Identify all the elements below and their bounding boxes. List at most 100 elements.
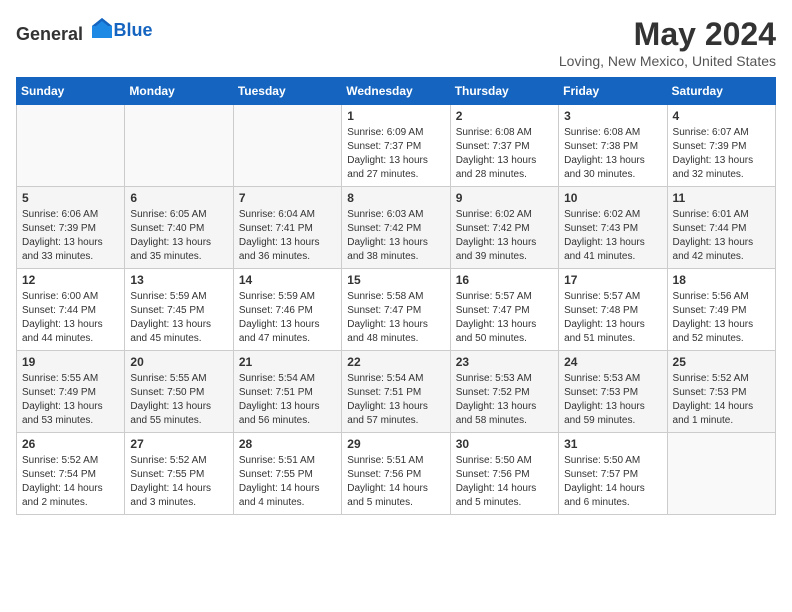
calendar-week-row: 12 Sunrise: 6:00 AM Sunset: 7:44 PM Dayli…: [17, 269, 776, 351]
calendar-cell: 8Sunrise: 6:03 AM Sunset: 7:42 PM Daylig…: [342, 187, 450, 269]
day-number: 26: [22, 437, 119, 451]
day-of-week-header: Thursday: [450, 78, 558, 105]
cell-content: Sunrise: 6:08 AM Sunset: 7:38 PM Dayligh…: [564, 126, 661, 182]
calendar-cell: 31 Sunrise: 5:50 AM Sunset: 7:57 PM Dayli…: [559, 433, 667, 515]
day-number: 3: [564, 109, 661, 123]
cell-content: Sunrise: 5:57 AM Sunset: 7:48 PM Dayligh…: [564, 290, 661, 346]
day-number: 24: [564, 355, 661, 369]
day-of-week-header: Saturday: [667, 78, 775, 105]
calendar-cell: 26 Sunrise: 5:52 AM Sunset: 7:54 PM Dayli…: [17, 433, 125, 515]
cell-content: Sunrise: 6:01 AM Sunset: 7:44 PM Dayligh…: [673, 208, 770, 264]
day-number: 8: [347, 191, 444, 205]
calendar-cell: 5Sunrise: 6:06 AM Sunset: 7:39 PM Daylig…: [17, 187, 125, 269]
day-number: 27: [130, 437, 227, 451]
calendar-cell: 21 Sunrise: 5:54 AM Sunset: 7:51 PM Dayli…: [233, 351, 341, 433]
cell-content: Sunrise: 6:09 AM Sunset: 7:37 PM Dayligh…: [347, 126, 444, 182]
day-number: 12: [22, 273, 119, 287]
day-of-week-header: Tuesday: [233, 78, 341, 105]
day-number: 31: [564, 437, 661, 451]
calendar-cell: 4Sunrise: 6:07 AM Sunset: 7:39 PM Daylig…: [667, 105, 775, 187]
cell-content: Sunrise: 6:00 AM Sunset: 7:44 PM Dayligh…: [22, 290, 119, 346]
logo-icon: [90, 16, 114, 40]
day-number: 16: [456, 273, 553, 287]
cell-content: Sunrise: 5:50 AM Sunset: 7:56 PM Dayligh…: [456, 454, 553, 510]
day-of-week-header: Sunday: [17, 78, 125, 105]
cell-content: Sunrise: 5:59 AM Sunset: 7:46 PM Dayligh…: [239, 290, 336, 346]
title-block: May 2024 Loving, New Mexico, United Stat…: [559, 16, 776, 69]
cell-content: Sunrise: 6:04 AM Sunset: 7:41 PM Dayligh…: [239, 208, 336, 264]
day-number: 2: [456, 109, 553, 123]
day-number: 17: [564, 273, 661, 287]
calendar-cell: 23Sunrise: 5:53 AM Sunset: 7:52 PM Dayli…: [450, 351, 558, 433]
cell-content: Sunrise: 5:52 AM Sunset: 7:53 PM Dayligh…: [673, 372, 770, 428]
cell-content: Sunrise: 6:02 AM Sunset: 7:43 PM Dayligh…: [564, 208, 661, 264]
calendar-cell: 6 Sunrise: 6:05 AM Sunset: 7:40 PM Daylig…: [125, 187, 233, 269]
cell-content: Sunrise: 5:53 AM Sunset: 7:52 PM Dayligh…: [456, 372, 553, 428]
day-number: 21: [239, 355, 336, 369]
calendar-cell: [125, 105, 233, 187]
day-number: 9: [456, 191, 553, 205]
cell-content: Sunrise: 6:02 AM Sunset: 7:42 PM Dayligh…: [456, 208, 553, 264]
cell-content: Sunrise: 5:51 AM Sunset: 7:55 PM Dayligh…: [239, 454, 336, 510]
calendar-week-row: 1 Sunrise: 6:09 AM Sunset: 7:37 PM Daylig…: [17, 105, 776, 187]
calendar-cell: [233, 105, 341, 187]
calendar-cell: 9 Sunrise: 6:02 AM Sunset: 7:42 PM Daylig…: [450, 187, 558, 269]
calendar-cell: 12 Sunrise: 6:00 AM Sunset: 7:44 PM Dayli…: [17, 269, 125, 351]
calendar-cell: 24Sunrise: 5:53 AM Sunset: 7:53 PM Dayli…: [559, 351, 667, 433]
calendar-cell: 20 Sunrise: 5:55 AM Sunset: 7:50 PM Dayli…: [125, 351, 233, 433]
cell-content: Sunrise: 6:08 AM Sunset: 7:37 PM Dayligh…: [456, 126, 553, 182]
calendar-week-row: 26 Sunrise: 5:52 AM Sunset: 7:54 PM Dayli…: [17, 433, 776, 515]
cell-content: Sunrise: 5:55 AM Sunset: 7:50 PM Dayligh…: [130, 372, 227, 428]
calendar-week-row: 19Sunrise: 5:55 AM Sunset: 7:49 PM Dayli…: [17, 351, 776, 433]
day-number: 18: [673, 273, 770, 287]
cell-content: Sunrise: 6:07 AM Sunset: 7:39 PM Dayligh…: [673, 126, 770, 182]
calendar-cell: 13 Sunrise: 5:59 AM Sunset: 7:45 PM Dayli…: [125, 269, 233, 351]
cell-content: Sunrise: 5:50 AM Sunset: 7:57 PM Dayligh…: [564, 454, 661, 510]
day-number: 1: [347, 109, 444, 123]
cell-content: Sunrise: 6:06 AM Sunset: 7:39 PM Dayligh…: [22, 208, 119, 264]
day-number: 15: [347, 273, 444, 287]
logo-text-blue: Blue: [114, 20, 153, 40]
cell-content: Sunrise: 6:05 AM Sunset: 7:40 PM Dayligh…: [130, 208, 227, 264]
calendar-cell: 1 Sunrise: 6:09 AM Sunset: 7:37 PM Daylig…: [342, 105, 450, 187]
cell-content: Sunrise: 5:59 AM Sunset: 7:45 PM Dayligh…: [130, 290, 227, 346]
day-number: 7: [239, 191, 336, 205]
calendar-cell: 16Sunrise: 5:57 AM Sunset: 7:47 PM Dayli…: [450, 269, 558, 351]
calendar-cell: [17, 105, 125, 187]
calendar-cell: 2 Sunrise: 6:08 AM Sunset: 7:37 PM Daylig…: [450, 105, 558, 187]
calendar-cell: 15 Sunrise: 5:58 AM Sunset: 7:47 PM Dayli…: [342, 269, 450, 351]
calendar-table: SundayMondayTuesdayWednesdayThursdayFrid…: [16, 77, 776, 515]
calendar-cell: 22 Sunrise: 5:54 AM Sunset: 7:51 PM Dayli…: [342, 351, 450, 433]
day-number: 22: [347, 355, 444, 369]
day-number: 10: [564, 191, 661, 205]
calendar-cell: 27Sunrise: 5:52 AM Sunset: 7:55 PM Dayli…: [125, 433, 233, 515]
logo: General Blue: [16, 16, 153, 45]
day-of-week-header: Friday: [559, 78, 667, 105]
calendar-cell: [667, 433, 775, 515]
day-number: 19: [22, 355, 119, 369]
day-of-week-header: Wednesday: [342, 78, 450, 105]
days-of-week-row: SundayMondayTuesdayWednesdayThursdayFrid…: [17, 78, 776, 105]
cell-content: Sunrise: 5:58 AM Sunset: 7:47 PM Dayligh…: [347, 290, 444, 346]
day-number: 6: [130, 191, 227, 205]
day-number: 20: [130, 355, 227, 369]
calendar-cell: 29Sunrise: 5:51 AM Sunset: 7:56 PM Dayli…: [342, 433, 450, 515]
day-number: 29: [347, 437, 444, 451]
day-number: 11: [673, 191, 770, 205]
calendar-cell: 11 Sunrise: 6:01 AM Sunset: 7:44 PM Dayli…: [667, 187, 775, 269]
cell-content: Sunrise: 5:54 AM Sunset: 7:51 PM Dayligh…: [239, 372, 336, 428]
calendar-cell: 3 Sunrise: 6:08 AM Sunset: 7:38 PM Daylig…: [559, 105, 667, 187]
cell-content: Sunrise: 5:54 AM Sunset: 7:51 PM Dayligh…: [347, 372, 444, 428]
day-number: 25: [673, 355, 770, 369]
day-number: 13: [130, 273, 227, 287]
page-header: General Blue May 2024 Loving, New Mexico…: [16, 16, 776, 69]
calendar-week-row: 5Sunrise: 6:06 AM Sunset: 7:39 PM Daylig…: [17, 187, 776, 269]
calendar-cell: 18Sunrise: 5:56 AM Sunset: 7:49 PM Dayli…: [667, 269, 775, 351]
day-number: 14: [239, 273, 336, 287]
day-of-week-header: Monday: [125, 78, 233, 105]
calendar-cell: 28Sunrise: 5:51 AM Sunset: 7:55 PM Dayli…: [233, 433, 341, 515]
calendar-cell: 19Sunrise: 5:55 AM Sunset: 7:49 PM Dayli…: [17, 351, 125, 433]
calendar-header: SundayMondayTuesdayWednesdayThursdayFrid…: [17, 78, 776, 105]
cell-content: Sunrise: 5:52 AM Sunset: 7:54 PM Dayligh…: [22, 454, 119, 510]
calendar-cell: 30Sunrise: 5:50 AM Sunset: 7:56 PM Dayli…: [450, 433, 558, 515]
